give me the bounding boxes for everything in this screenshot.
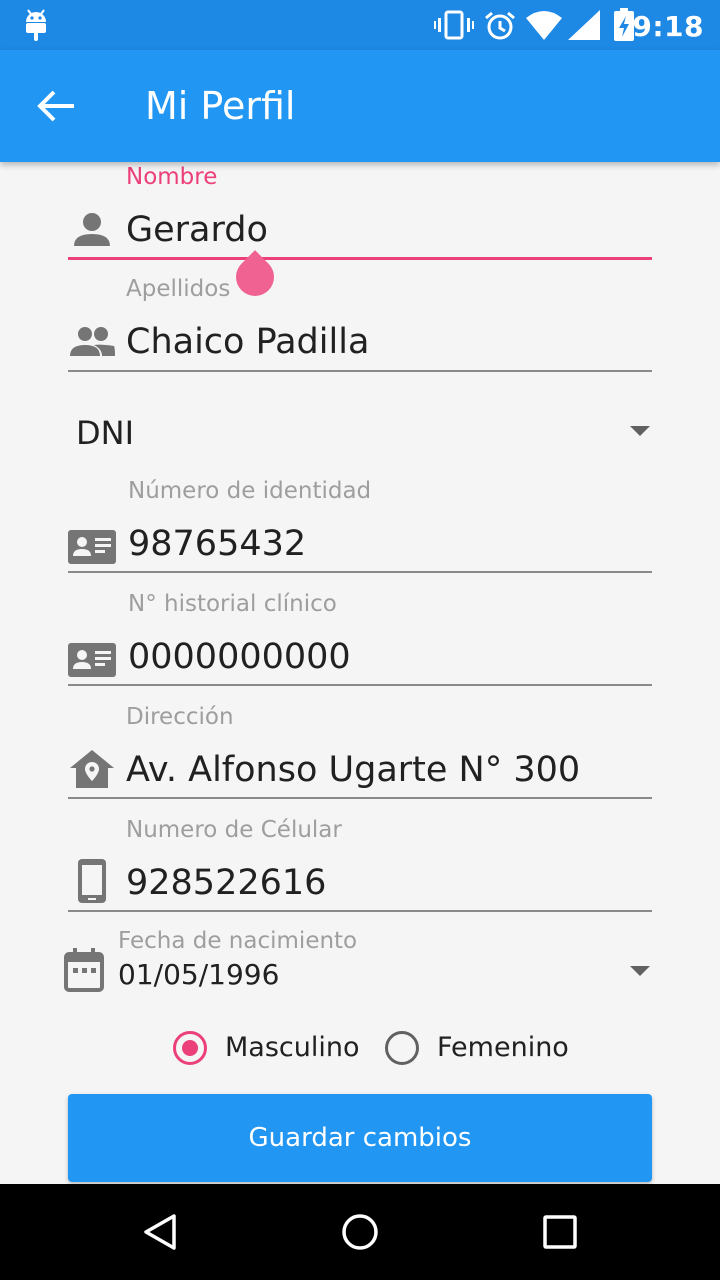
chevron-down-icon [630, 426, 650, 436]
celular-field[interactable]: Numero de Célular 928522616 [68, 815, 652, 915]
fecha-nacimiento-value[interactable]: 01/05/1996 [118, 958, 279, 991]
back-triangle-icon[interactable] [140, 1212, 180, 1252]
historial-underline [68, 684, 652, 686]
numero-identidad-field[interactable]: Número de identidad 98765432 [68, 476, 652, 576]
radio-checked-icon [173, 1031, 207, 1065]
apellidos-field[interactable]: Apellidos Chaico Padilla [68, 274, 652, 374]
home-location-icon [70, 750, 114, 788]
app-bar: Mi Perfil [0, 50, 720, 162]
historial-field[interactable]: N° historial clínico 0000000000 [68, 589, 652, 689]
status-bar: 9:18 [0, 0, 720, 50]
radio-unchecked-icon [385, 1031, 419, 1065]
android-icon [26, 9, 46, 41]
signal-icon [568, 10, 600, 40]
status-time: 9:18 [632, 10, 704, 43]
alarm-icon [485, 11, 515, 40]
direccion-field[interactable]: Dirección Av. Alfonso Ugarte N° 300 [68, 702, 652, 802]
radio-masculino-label: Masculino [225, 1032, 360, 1063]
home-circle-icon[interactable] [340, 1212, 380, 1252]
page-title: Mi Perfil [145, 84, 296, 128]
phone-icon [78, 859, 106, 903]
arrow-left-icon[interactable] [34, 86, 78, 126]
numero-identidad-underline [68, 571, 652, 573]
group-icon [70, 327, 115, 356]
numero-identidad-input[interactable]: 98765432 [128, 524, 306, 564]
calendar-icon [64, 948, 104, 992]
recents-square-icon[interactable] [540, 1212, 580, 1252]
profile-form: Nombre Gerardo Apellidos Chaico Padilla … [0, 162, 720, 1184]
gender-radio-group: Masculino Femenino [0, 1028, 720, 1078]
chevron-down-icon[interactable] [630, 966, 650, 976]
person-icon [74, 213, 110, 246]
fecha-nacimiento-field[interactable]: Fecha de nacimiento 01/05/1996 [64, 928, 650, 998]
apellidos-label: Apellidos [126, 276, 231, 302]
direccion-label: Dirección [126, 704, 234, 730]
historial-label: N° historial clínico [128, 591, 337, 617]
direccion-underline [68, 797, 652, 799]
historial-input[interactable]: 0000000000 [128, 637, 351, 677]
vibrate-icon [434, 10, 474, 40]
nombre-input[interactable]: Gerardo [126, 210, 268, 250]
direccion-input[interactable]: Av. Alfonso Ugarte N° 300 [126, 750, 580, 790]
celular-underline [68, 910, 652, 912]
save-button[interactable]: Guardar cambios [68, 1094, 652, 1182]
radio-femenino-label: Femenino [437, 1032, 569, 1063]
document-type-select[interactable]: DNI [68, 402, 652, 462]
nombre-underline [68, 257, 652, 260]
nombre-label: Nombre [126, 164, 218, 190]
celular-input[interactable]: 928522616 [126, 863, 326, 903]
wifi-icon [526, 11, 562, 40]
apellidos-input[interactable]: Chaico Padilla [126, 322, 369, 362]
nombre-field[interactable]: Nombre Gerardo [68, 162, 652, 262]
id-card-icon [68, 530, 116, 564]
system-nav-bar [0, 1184, 720, 1280]
id-card-icon [68, 643, 116, 677]
numero-identidad-label: Número de identidad [128, 478, 372, 504]
celular-label: Numero de Célular [126, 817, 342, 843]
fecha-nacimiento-label: Fecha de nacimiento [118, 928, 358, 954]
save-button-label: Guardar cambios [248, 1123, 472, 1153]
document-type-value: DNI [76, 414, 135, 452]
apellidos-underline [68, 370, 652, 372]
